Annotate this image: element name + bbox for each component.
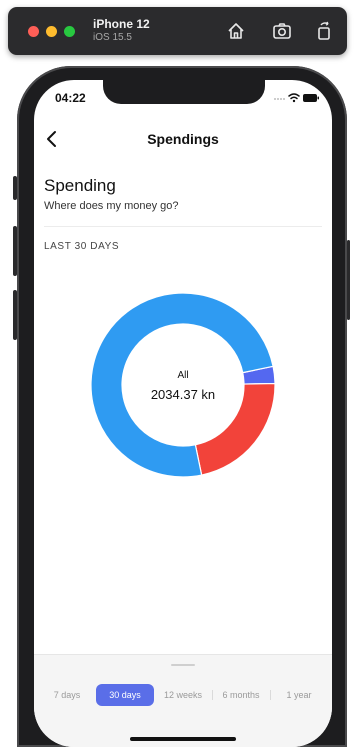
- divider: [44, 226, 322, 227]
- close-window-button[interactable]: [28, 26, 39, 37]
- minimize-window-button[interactable]: [46, 26, 57, 37]
- donut-center-label: All: [177, 370, 189, 381]
- page-subtitle: Where does my money go?: [44, 200, 179, 212]
- spending-donut-chart[interactable]: [89, 291, 277, 479]
- range-option-12-weeks[interactable]: 12 weeks: [154, 684, 212, 706]
- status-time: 04:22: [55, 91, 86, 105]
- range-option-1-year[interactable]: 1 year: [270, 684, 328, 706]
- nav-title: Spendings: [147, 131, 219, 147]
- range-bottom-sheet: 7 days 30 days 12 weeks 6 months 1 year: [34, 654, 332, 747]
- volume-up-button: [13, 226, 17, 276]
- os-version: iOS 15.5: [93, 32, 132, 43]
- simulator-toolbar: iPhone 12 iOS 15.5: [8, 7, 347, 55]
- rotate-icon[interactable]: [313, 20, 335, 42]
- battery-icon: [303, 94, 319, 102]
- range-option-30-days[interactable]: 30 days: [96, 684, 154, 706]
- app-screen: 04:22 Spendings Spending Where does my m…: [34, 80, 332, 747]
- home-indicator: [130, 737, 236, 741]
- zoom-window-button[interactable]: [64, 26, 75, 37]
- page-title: Spending: [44, 176, 116, 195]
- signal-icon: [274, 98, 285, 100]
- notch: [103, 80, 265, 104]
- screenshot-icon[interactable]: [271, 20, 293, 42]
- range-option-7-days[interactable]: 7 days: [38, 684, 96, 706]
- home-icon[interactable]: [225, 20, 247, 42]
- range-selector: 7 days 30 days 12 weeks 6 months 1 year: [34, 684, 332, 706]
- status-icons: [272, 90, 320, 104]
- volume-down-button: [13, 290, 17, 340]
- device-name: iPhone 12: [93, 17, 150, 31]
- side-button: [347, 240, 350, 320]
- range-option-6-months[interactable]: 6 months: [212, 684, 270, 706]
- sheet-handle[interactable]: [171, 664, 195, 666]
- mute-switch: [13, 176, 17, 200]
- wifi-icon: [288, 93, 300, 100]
- section-label: LAST 30 DAYS: [44, 241, 120, 252]
- donut-center-value: 2034.37 kn: [150, 387, 216, 402]
